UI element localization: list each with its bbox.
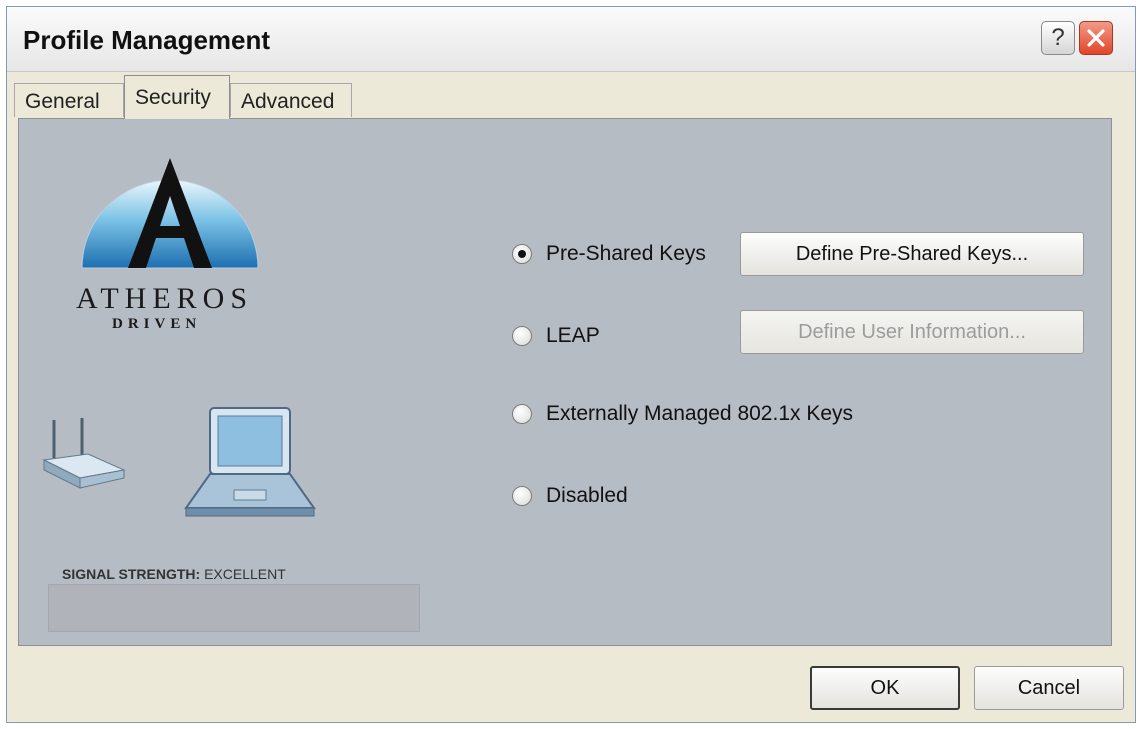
radio-button[interactable] — [512, 326, 532, 346]
radio-label: Pre-Shared Keys — [546, 242, 706, 265]
signal-strength-label: SIGNAL STRENGTH: — [62, 566, 201, 582]
brand-atheros-text: ATHEROS — [76, 282, 254, 315]
ok-button[interactable]: OK — [810, 666, 960, 710]
radio-label: Disabled — [546, 484, 628, 507]
close-x-icon — [1087, 29, 1105, 47]
wireless-router-icon — [38, 416, 134, 501]
radio-label: Externally Managed 802.1x Keys — [546, 402, 854, 425]
help-button[interactable]: ? — [1041, 21, 1075, 55]
cancel-button[interactable]: Cancel — [974, 666, 1124, 710]
brand-driven-text: DRIVEN — [112, 316, 202, 332]
define-user-information-button[interactable]: Define User Information... — [740, 310, 1084, 354]
radio-dot-icon — [518, 250, 526, 258]
radio-externally-managed[interactable]: Externally Managed 802.1x Keys — [512, 402, 853, 426]
window-title: Profile Management — [23, 25, 271, 55]
tab-security[interactable]: Security — [124, 75, 230, 119]
define-pre-shared-keys-button[interactable]: Define Pre-Shared Keys... — [740, 232, 1084, 276]
radio-leap[interactable]: LEAP — [512, 324, 600, 348]
title-bar[interactable]: Profile Management ? — [7, 7, 1135, 72]
close-button[interactable] — [1079, 21, 1113, 55]
laptop-icon — [180, 404, 320, 529]
tab-general[interactable]: General — [14, 83, 124, 117]
signal-strength-value: EXCELLENT — [204, 566, 286, 582]
help-question-icon: ? — [1051, 24, 1065, 51]
radio-pre-shared-keys[interactable]: Pre-Shared Keys — [512, 242, 706, 266]
signal-strength-readout: SIGNAL STRENGTH: EXCELLENT — [62, 566, 286, 582]
radio-button[interactable] — [512, 404, 532, 424]
tab-advanced[interactable]: Advanced — [230, 83, 352, 117]
radio-disabled[interactable]: Disabled — [512, 484, 628, 508]
signal-strength-area — [48, 584, 420, 632]
radio-button-selected[interactable] — [512, 244, 532, 264]
radio-button[interactable] — [512, 486, 532, 506]
radio-label: LEAP — [546, 324, 600, 347]
